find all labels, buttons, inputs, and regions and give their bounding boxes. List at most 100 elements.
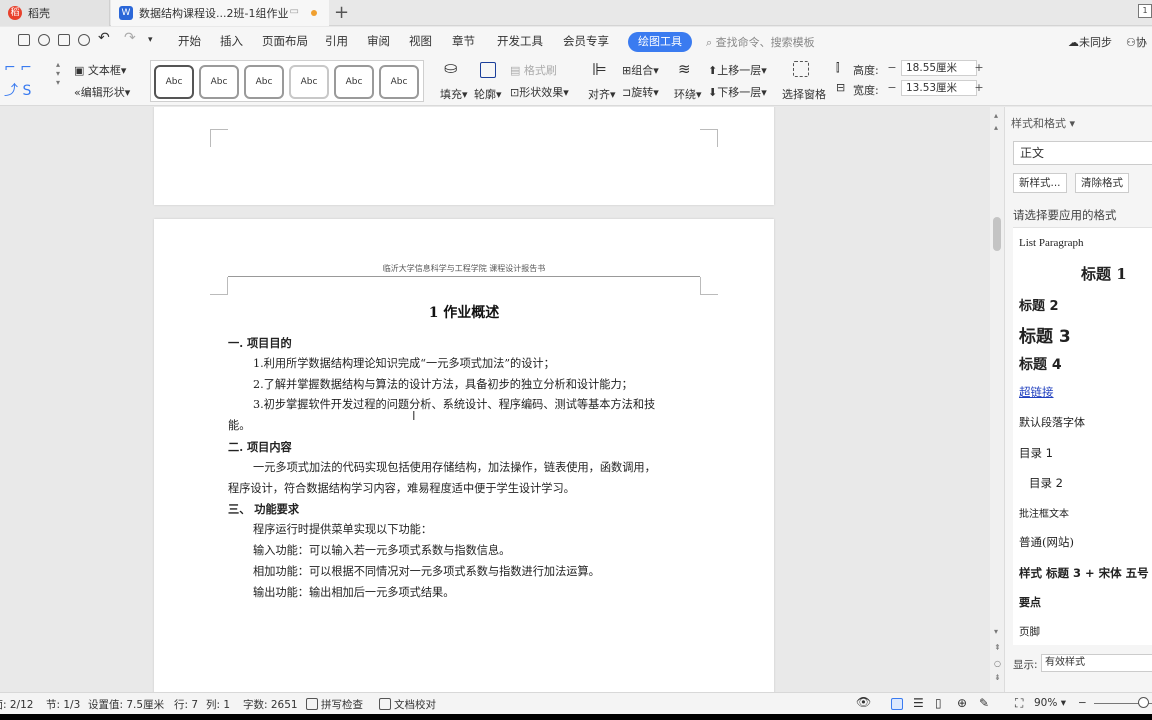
- group-button[interactable]: ⊞组合▾: [622, 62, 659, 78]
- panel-title[interactable]: 样式和格式 ▾: [1011, 115, 1075, 131]
- style-item[interactable]: 要点: [1019, 594, 1041, 610]
- current-style-field[interactable]: 正文: [1013, 141, 1152, 165]
- style-item[interactable]: 普通(网站): [1019, 534, 1074, 550]
- browse-object-icon[interactable]: ○: [994, 659, 1001, 668]
- clear-format-button[interactable]: 清除格式: [1075, 173, 1129, 193]
- new-style-button[interactable]: 新样式...: [1013, 173, 1067, 193]
- style-item[interactable]: 超链接: [1019, 384, 1054, 400]
- fill-bucket-icon[interactable]: ⛀: [444, 58, 457, 77]
- shape-effect-button[interactable]: ⊡形状效果▾: [510, 84, 569, 100]
- zoom-level[interactable]: 90% ▾: [1034, 697, 1066, 709]
- menu-start[interactable]: 开始: [178, 33, 201, 49]
- send-backward-button[interactable]: ⬇下移一层▾: [708, 84, 767, 100]
- fill-button[interactable]: 填充▾: [440, 86, 468, 102]
- document-canvas[interactable]: 临沂大学信息科学与工程学院 课程设计报告书 1 作业概述 一. 项目目的 1.利用…: [0, 107, 990, 692]
- style-item[interactable]: 页脚: [1019, 624, 1040, 639]
- undo-icon[interactable]: ↶: [98, 30, 110, 46]
- prev-page-icon[interactable]: ⇞: [994, 643, 1001, 652]
- status-words[interactable]: 字数: 2651: [243, 697, 298, 712]
- style-item[interactable]: 标题 3: [1019, 322, 1071, 347]
- save-icon[interactable]: [18, 34, 30, 46]
- scroll-thumb[interactable]: [993, 217, 1001, 251]
- align-icon[interactable]: ⊫: [592, 60, 607, 80]
- align-button[interactable]: 对齐▾: [588, 86, 616, 102]
- scroll-down-icon[interactable]: ▾: [994, 627, 998, 636]
- width-field[interactable]: 13.53厘米: [901, 80, 977, 96]
- status-setting[interactable]: 设置值: 7.5厘米: [88, 697, 164, 712]
- wrap-button[interactable]: 环绕▾: [674, 86, 702, 102]
- doc-body[interactable]: 一. 项目目的 1.利用所学数据结构理论知识完成“一元多项式加法”的设计； 2.了解…: [228, 333, 702, 603]
- connector-elbow-icon[interactable]: ⌐ ⌐: [4, 60, 32, 76]
- tab-docer[interactable]: 稻 稻壳: [0, 0, 110, 26]
- command-search[interactable]: ⌕ 查找命令、搜索模板: [706, 34, 815, 50]
- print-icon[interactable]: [58, 34, 70, 46]
- scroll-up-icon[interactable]: ▴: [994, 111, 998, 120]
- vertical-scrollbar[interactable]: ▴ ▴ ▾ ⇞ ○ ⇟: [990, 107, 1004, 692]
- menu-member[interactable]: 会员专享: [563, 33, 609, 49]
- menu-view[interactable]: 视图: [409, 33, 432, 49]
- write-mode-icon[interactable]: ✎: [979, 696, 989, 710]
- style-item[interactable]: 目录 2: [1029, 475, 1063, 491]
- bring-forward-button[interactable]: ⬆上移一层▾: [708, 62, 767, 78]
- menu-developer[interactable]: 开发工具: [497, 33, 543, 49]
- textbox-button[interactable]: ▣ 文本框▾: [74, 62, 126, 78]
- output-pdf-icon[interactable]: [38, 34, 50, 46]
- reading-view-icon[interactable]: ▯: [935, 696, 942, 710]
- height-decrease-button[interactable]: −: [885, 61, 899, 75]
- width-decrease-button[interactable]: −: [885, 81, 899, 95]
- width-increase-button[interactable]: +: [972, 81, 986, 95]
- eye-protection-icon[interactable]: 👁: [856, 695, 871, 709]
- window-layout-icon[interactable]: 1: [1138, 4, 1152, 18]
- zoom-out-button[interactable]: −: [1078, 697, 1087, 709]
- rotate-button[interactable]: ⊐旋转▾: [622, 84, 659, 100]
- next-page-icon[interactable]: ⇟: [994, 673, 1001, 682]
- shape-style-3[interactable]: Abc: [244, 65, 284, 99]
- quick-access-chevron-icon[interactable]: ▾: [148, 35, 153, 45]
- menu-layout[interactable]: 页面布局: [262, 33, 308, 49]
- proofread-button[interactable]: 文档校对: [394, 697, 436, 712]
- style-item[interactable]: 目录 1: [1019, 445, 1053, 461]
- zoom-slider-handle[interactable]: [1138, 697, 1149, 708]
- shape-style-4[interactable]: Abc: [289, 65, 329, 99]
- print-preview-icon[interactable]: [78, 34, 90, 46]
- wrap-icon[interactable]: ≋: [678, 60, 691, 78]
- menu-chapter[interactable]: 章节: [452, 33, 475, 49]
- outline-view-icon[interactable]: ☰: [913, 696, 924, 710]
- menu-references[interactable]: 引用: [325, 33, 348, 49]
- selection-pane-icon[interactable]: [793, 61, 809, 77]
- style-item[interactable]: 标题 1: [1081, 263, 1127, 284]
- scroll-up-page-icon[interactable]: ▴: [994, 123, 998, 132]
- tab-screen-icon[interactable]: ▭: [290, 6, 299, 17]
- shape-style-2[interactable]: Abc: [199, 65, 239, 99]
- spell-check-button[interactable]: 拼写检查: [321, 697, 363, 712]
- style-item[interactable]: 标题 2: [1019, 295, 1059, 314]
- tab-document[interactable]: W 数据结构课程设...2班-1组作业 ▭: [111, 0, 329, 26]
- style-item[interactable]: 样式 标题 3 + 宋体 五号: [1019, 565, 1149, 581]
- connector-curve-icon[interactable]: ⤴ S: [4, 80, 31, 100]
- fit-page-icon[interactable]: ⛶: [1015, 696, 1023, 711]
- redo-icon[interactable]: ↷: [124, 30, 136, 46]
- menu-insert[interactable]: 插入: [220, 33, 243, 49]
- collab-button[interactable]: ⚇协: [1126, 34, 1147, 50]
- status-section[interactable]: 节: 1/3: [46, 697, 80, 712]
- gallery-scroll-icon[interactable]: ▴ ▾ ▾: [56, 60, 60, 87]
- shape-style-5[interactable]: Abc: [334, 65, 374, 99]
- format-painter-button[interactable]: ▤ 格式刷: [510, 62, 557, 78]
- new-tab-plus-icon[interactable]: +: [334, 2, 349, 23]
- show-filter-select[interactable]: 有效样式: [1041, 654, 1152, 672]
- outline-icon[interactable]: [480, 62, 496, 78]
- selection-pane-button[interactable]: 选择窗格: [782, 86, 826, 102]
- shape-style-6[interactable]: Abc: [379, 65, 419, 99]
- style-item[interactable]: 默认段落字体: [1019, 414, 1085, 430]
- style-item[interactable]: 标题 4: [1019, 354, 1062, 374]
- shape-style-1[interactable]: Abc: [154, 65, 194, 99]
- edit-shape-button[interactable]: «编辑形状▾: [74, 84, 130, 100]
- style-item[interactable]: 批注框文本: [1019, 505, 1069, 520]
- menu-review[interactable]: 审阅: [367, 33, 390, 49]
- outline-button[interactable]: 轮廓▾: [474, 86, 502, 102]
- style-item[interactable]: List Paragraph: [1019, 237, 1083, 249]
- page-current[interactable]: 临沂大学信息科学与工程学院 课程设计报告书 1 作业概述 一. 项目目的 1.利用…: [154, 219, 774, 692]
- status-page[interactable]: 页面: 2/12: [0, 697, 33, 712]
- height-increase-button[interactable]: +: [972, 61, 986, 75]
- menu-drawing-tools[interactable]: 绘图工具: [628, 32, 692, 52]
